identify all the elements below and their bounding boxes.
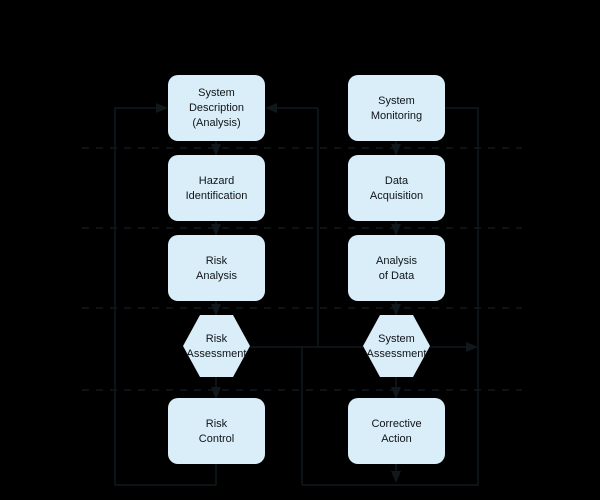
node-hazard-identification[interactable]: Hazard Identification: [168, 155, 265, 221]
arrowhead-into-hazard-identification: [211, 144, 221, 156]
node-risk-assessment-shape: [183, 315, 250, 377]
node-risk-control-line2: Control: [199, 433, 234, 445]
node-system-monitoring-line1: System: [378, 95, 415, 107]
node-system-assessment-line2: Assessment: [367, 348, 427, 360]
arrowhead-into-analysis-of-data: [391, 224, 401, 236]
node-data-acquisition-line1: Data: [385, 175, 409, 187]
node-system-assessment-line1: System: [378, 333, 415, 345]
node-data-acquisition[interactable]: Data Acquisition: [348, 155, 445, 221]
node-system-description[interactable]: System Description (Analysis): [168, 75, 265, 141]
node-system-description-line1: System: [198, 87, 235, 99]
arrowhead-system-assessment-output-right: [466, 342, 478, 352]
node-hazard-identification-line2: Identification: [186, 190, 248, 202]
node-analysis-of-data-shape: [348, 235, 445, 301]
node-analysis-of-data-line1: Analysis: [376, 255, 417, 267]
node-data-acquisition-shape: [348, 155, 445, 221]
arrowhead-into-system-description-left: [156, 103, 168, 113]
node-analysis-of-data-line2: of Data: [379, 270, 415, 282]
node-risk-assessment-line1: Risk: [206, 333, 228, 345]
node-system-monitoring-shape: [348, 75, 445, 141]
node-risk-control-shape: [168, 398, 265, 464]
node-system-assessment-shape: [363, 315, 430, 377]
node-risk-analysis-shape: [168, 235, 265, 301]
node-corrective-action-line1: Corrective: [371, 418, 421, 430]
node-risk-control[interactable]: Risk Control: [168, 398, 265, 464]
node-data-acquisition-line2: Acquisition: [370, 190, 423, 202]
arrowhead-into-risk-assessment: [211, 304, 221, 316]
node-system-monitoring[interactable]: System Monitoring: [348, 75, 445, 141]
node-risk-analysis-line2: Analysis: [196, 270, 237, 282]
arrowhead-into-data-acquisition: [391, 144, 401, 156]
node-risk-control-line1: Risk: [206, 418, 228, 430]
node-corrective-action-shape: [348, 398, 445, 464]
diagram-canvas: System Description (Analysis) Hazard Ide…: [82, 75, 522, 486]
node-risk-assessment-line2: Assessment: [187, 348, 247, 360]
node-risk-analysis[interactable]: Risk Analysis: [168, 235, 265, 301]
process-flow-diagram: System Description (Analysis) Hazard Ide…: [0, 0, 600, 500]
arrowhead-into-system-assessment: [391, 304, 401, 316]
arrowhead-into-corrective-action: [391, 387, 401, 399]
arrowhead-into-risk-analysis: [211, 224, 221, 236]
node-corrective-action-line2: Action: [381, 433, 412, 445]
node-hazard-identification-line1: Hazard: [199, 175, 234, 187]
node-hazard-identification-shape: [168, 155, 265, 221]
arrowhead-into-system-description-right: [265, 103, 277, 113]
node-system-monitoring-line2: Monitoring: [371, 110, 422, 122]
node-corrective-action[interactable]: Corrective Action: [348, 398, 445, 464]
node-risk-assessment[interactable]: Risk Assessment: [183, 315, 250, 377]
node-system-description-line2: Description: [189, 102, 244, 114]
arrowhead-into-risk-control: [211, 387, 221, 399]
node-risk-analysis-line1: Risk: [206, 255, 228, 267]
arrowhead-corrective-action-output-down: [391, 471, 401, 483]
node-system-assessment[interactable]: System Assessment: [363, 315, 430, 377]
node-analysis-of-data[interactable]: Analysis of Data: [348, 235, 445, 301]
node-system-description-line3: (Analysis): [192, 117, 240, 129]
